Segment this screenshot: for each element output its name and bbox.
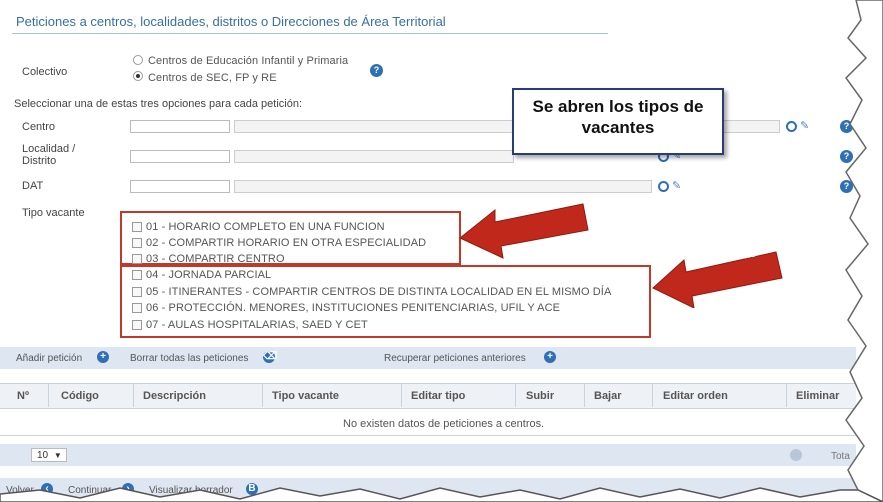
- torn-edge-shape: [0, 0, 883, 502]
